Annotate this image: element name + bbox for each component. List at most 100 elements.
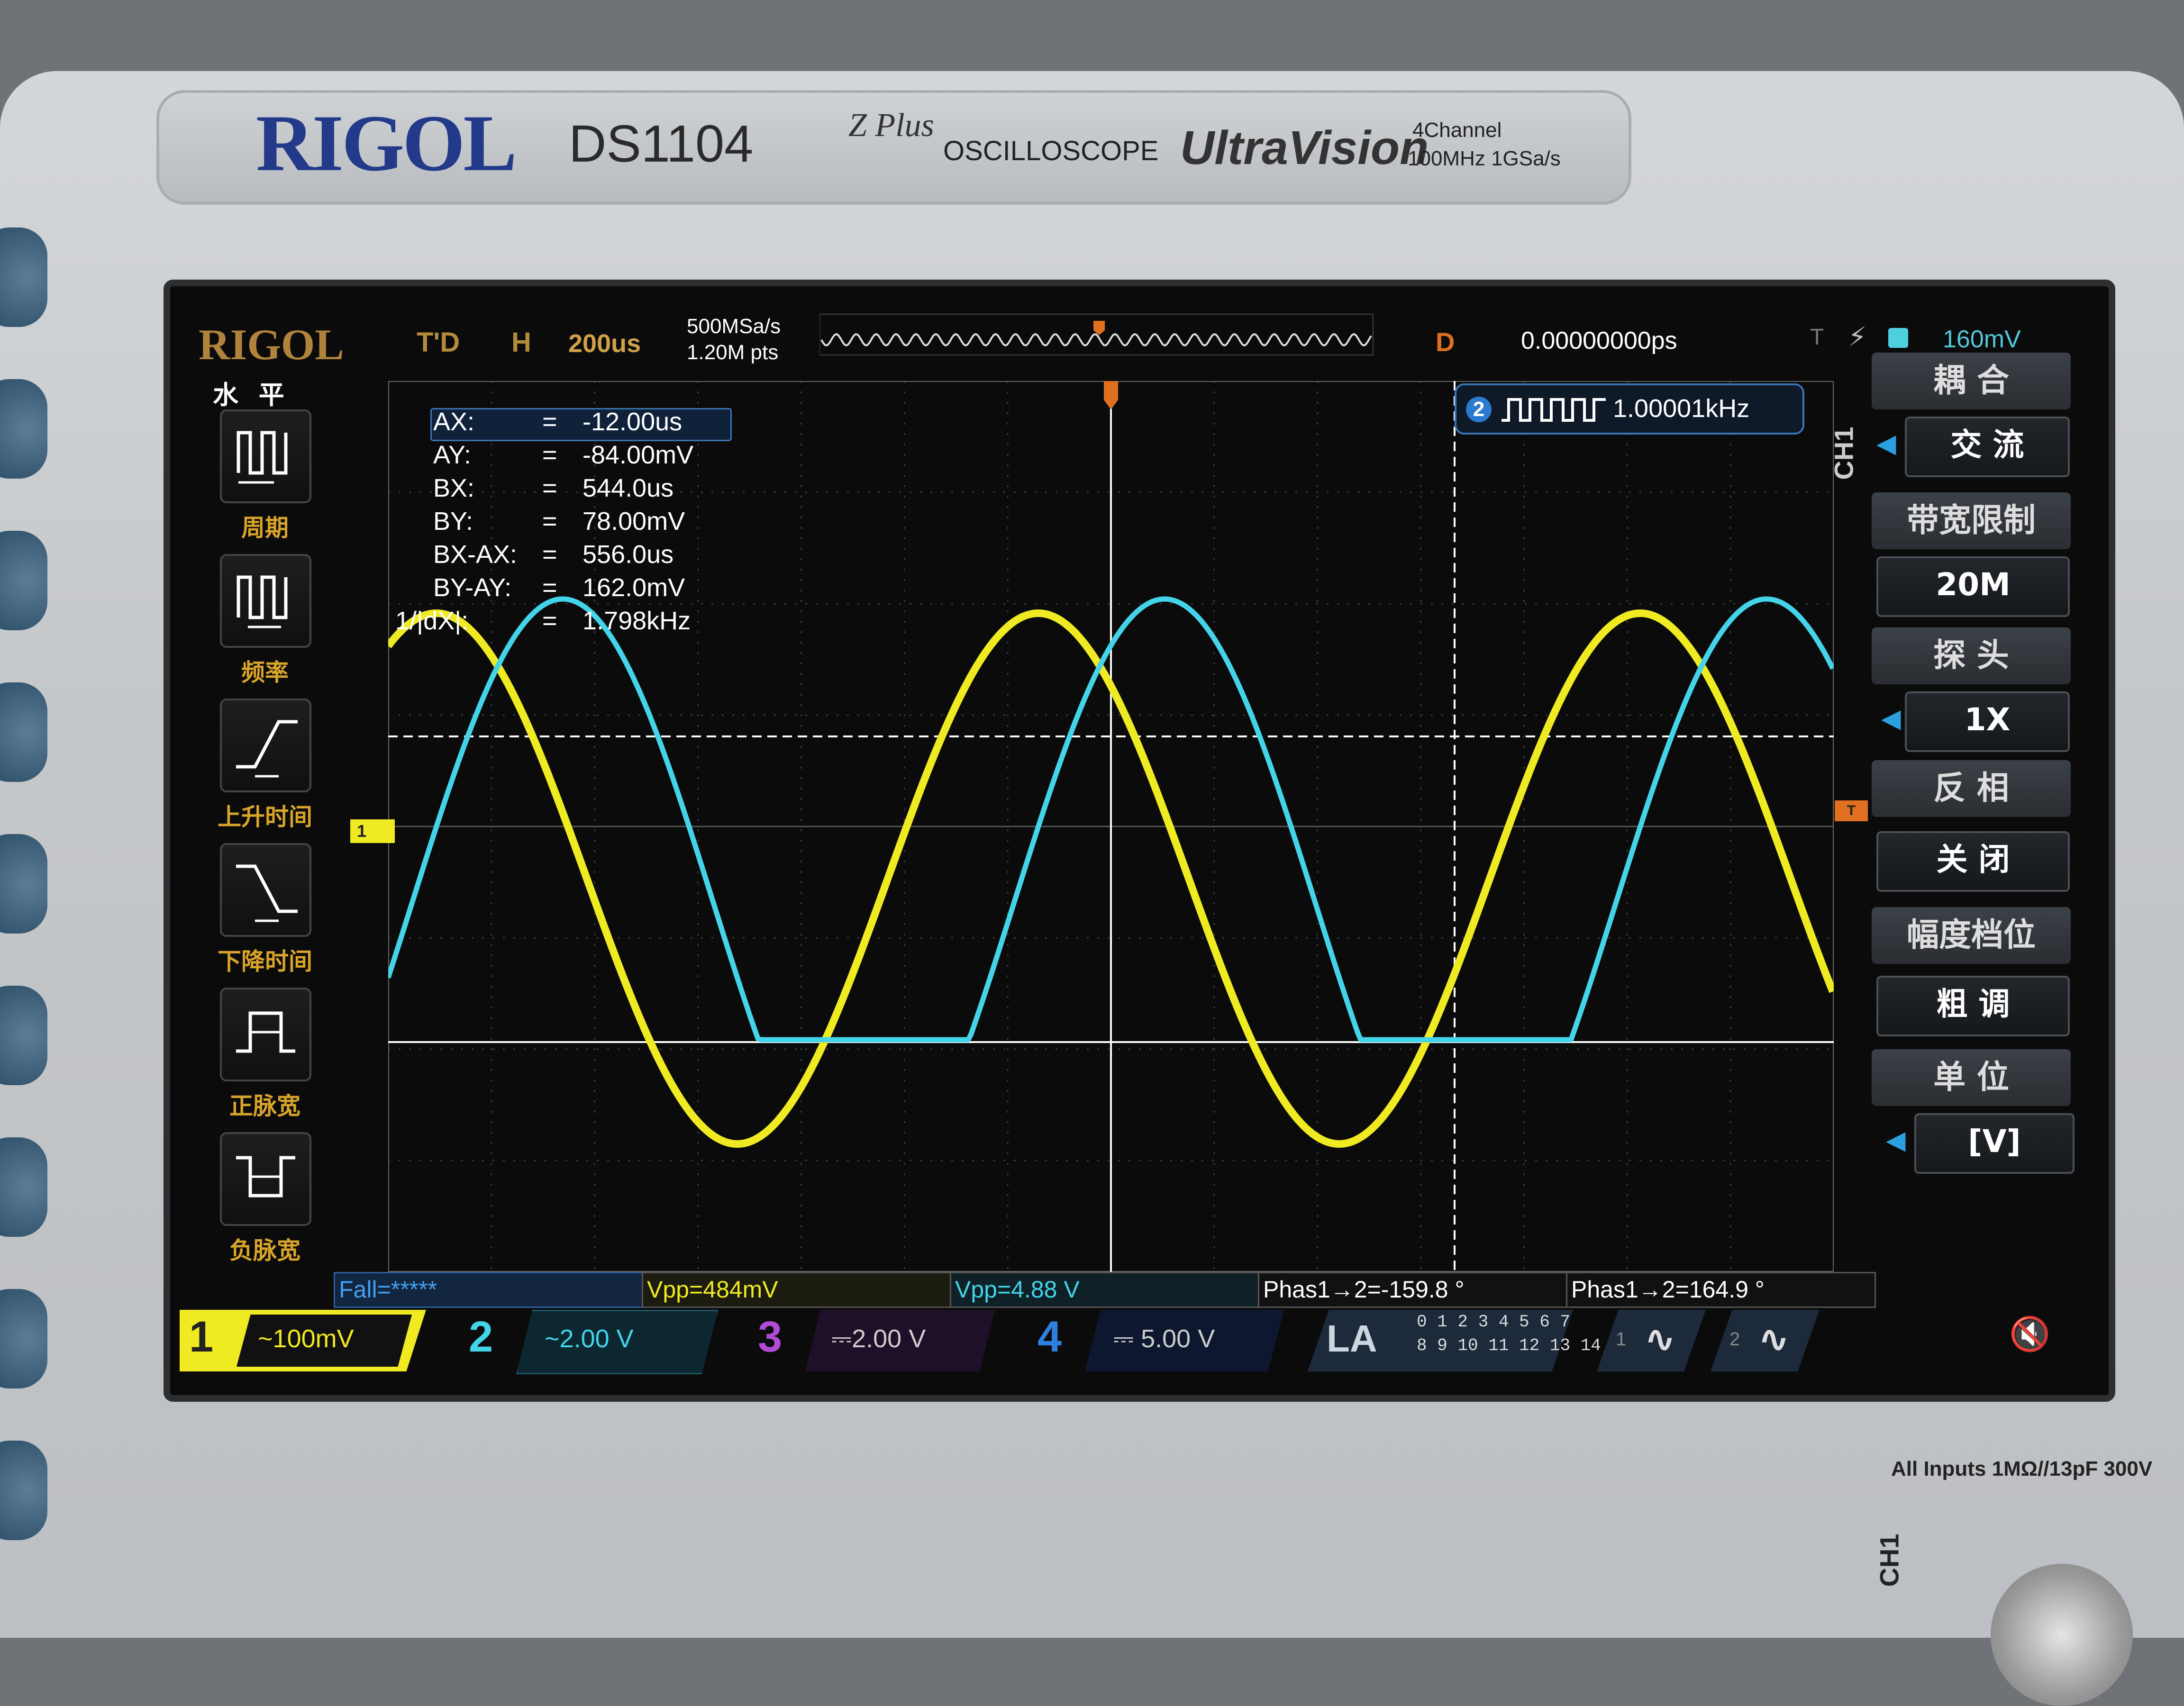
cursor-row-bx-ax: BX-AX: = 556.0us [433, 540, 674, 569]
bandwidth-spec: 100MHz 1GSa/s [1408, 147, 1561, 170]
measurement-phase-1: Phas1→2=-159.8 ° [1258, 1272, 1568, 1308]
screen-logo: RIGOL [199, 320, 344, 369]
cursor-row-inv-dx: 1/|dX|: = 1.798kHz [395, 607, 691, 635]
left-arrow-icon: ◀ [1876, 428, 1896, 458]
volts-div-value[interactable]: 粗 调 [1876, 976, 2070, 1036]
bnc-connector[interactable] [1991, 1564, 2133, 1706]
trigger-label: T [1810, 325, 1824, 350]
bandwidth-limit-value[interactable]: 20M [1876, 556, 2070, 617]
softkey-button[interactable] [0, 834, 47, 934]
cursor-row-by-ay: BY-AY: = 162.0mV [433, 573, 685, 602]
frequency-label: 频率 [241, 659, 289, 686]
positive-width-button[interactable] [220, 988, 311, 1081]
counter-frequency: 1.00001kHz [1613, 394, 1750, 423]
left-arrow-icon: ◀ [1881, 703, 1901, 733]
technology-logo: UltraVision [1180, 121, 1429, 174]
negative-width-icon [236, 1156, 295, 1198]
frequency-counter: 2 1.00001kHz [1455, 383, 1804, 435]
ch2-scale: ~2.00 V [545, 1325, 634, 1353]
probe-value[interactable]: 1X [1905, 691, 2070, 752]
negative-width-button[interactable] [220, 1132, 311, 1226]
delay-label: D [1436, 327, 1455, 357]
left-arrow-icon: ◀ [1886, 1125, 1906, 1155]
measurement-phase-2: Phas1→2=164.9 ° [1566, 1272, 1876, 1308]
ch1-offset-marker[interactable]: 1 [350, 819, 395, 843]
trigger-source-icon [1888, 328, 1908, 348]
ch3-scale: ⎓2.00 V [831, 1325, 926, 1353]
fall-time-icon [236, 864, 298, 922]
softkey-button[interactable] [0, 986, 47, 1085]
softkey-button[interactable] [0, 531, 47, 630]
softkey-button[interactable] [0, 227, 47, 327]
ch1-number: 1 [189, 1313, 214, 1361]
cursor-row-highlight [430, 408, 732, 441]
model-name: DS1104 [569, 115, 754, 173]
softkey-button[interactable] [0, 1137, 47, 1237]
sine-wave-icon: ∿ [1758, 1317, 1790, 1361]
unit-label: 单 位 [1872, 1049, 2071, 1106]
ch3-number: 3 [758, 1313, 783, 1361]
timebase-value: 200us [568, 329, 641, 358]
waveform-overview [819, 313, 1374, 356]
invert-label: 反 相 [1872, 760, 2071, 817]
memory-depth: 1.20M pts [687, 341, 779, 364]
horizontal-menu-title: 水 平 [213, 380, 290, 410]
model-suffix: Z Plus [848, 107, 934, 144]
measurement-fall: Fall=***** [334, 1272, 644, 1308]
softkey-button[interactable] [0, 682, 47, 782]
cursor-readout: AX: = -12.00us AY: = -84.00mV BX: = 544.0us BY… [395, 407, 898, 635]
ch4-scale: ⎓ 5.00 V [1113, 1325, 1215, 1353]
ch1-connector-label: CH1 [1874, 1534, 1904, 1587]
cursor-row-ax: AX: = -12.00us [433, 408, 682, 436]
pulse-train-icon [1502, 398, 1606, 422]
invert-value[interactable]: 关 闭 [1876, 831, 2070, 892]
la-channels-low: 0 1 2 3 4 5 6 7 [1417, 1312, 1571, 1332]
menu-channel-tag: CH1 [1829, 426, 1859, 480]
fall-time-label: 下降时间 [218, 948, 312, 975]
trigger-level: 160mV [1943, 326, 2021, 353]
coupling-menu-label: 耦 合 [1872, 353, 2071, 409]
period-button[interactable] [220, 409, 311, 503]
logic-analyzer-label: LA [1327, 1317, 1377, 1360]
delay-value: 0.00000000ps [1521, 327, 1677, 354]
frequency-button[interactable] [220, 554, 311, 648]
frequency-icon [237, 575, 288, 628]
la-channels-high: 8 9 10 11 12 13 14 15 [1417, 1336, 1632, 1355]
volts-div-label: 幅度档位 [1872, 907, 2071, 964]
softkey-button[interactable] [0, 379, 47, 479]
probe-label: 探 头 [1872, 627, 2071, 684]
ch2-number: 2 [469, 1313, 493, 1361]
generator-1-number: 1 [1616, 1329, 1627, 1350]
trigger-level-marker[interactable]: T [1835, 800, 1868, 821]
ch4-number: 4 [1037, 1313, 1062, 1361]
cursor-row-by: BY: = 78.00mV [433, 507, 685, 535]
cursor-row-bx: BX: = 544.0us [433, 474, 674, 502]
cursor-row-ay: AY: = -84.00mV [433, 441, 694, 469]
positive-width-label: 正脉宽 [229, 1092, 300, 1120]
coupling-value[interactable]: 交 流 [1905, 417, 2070, 477]
trigger-position-marker [1104, 381, 1118, 409]
positive-width-icon [236, 1011, 295, 1053]
brand-logo: RIGOL [256, 99, 517, 188]
speaker-muted-icon[interactable]: 🔇 [2009, 1315, 2050, 1354]
fall-time-button[interactable] [220, 843, 311, 937]
period-label: 周期 [241, 514, 289, 542]
input-spec-label: All Inputs 1MΩ//13pF 300V [1891, 1457, 2153, 1480]
sine-wave-icon: ∿ [1644, 1317, 1676, 1361]
ch1-scale: ~100mV [258, 1325, 354, 1353]
unit-value[interactable]: [V] [1914, 1113, 2075, 1174]
horizontal-label: H [511, 327, 531, 358]
run-state: T'D [417, 327, 460, 358]
lcd-screen: RIGOL T'D H 200us 500MSa/s 1.20M pts D 0… [164, 280, 2115, 1402]
negative-width-label: 负脉宽 [229, 1237, 300, 1264]
softkey-button[interactable] [0, 1289, 47, 1388]
counter-channel-badge: 2 [1466, 397, 1492, 422]
rise-time-icon [236, 720, 298, 778]
period-icon [237, 431, 288, 484]
rise-time-button[interactable] [220, 699, 311, 792]
measurement-vpp-ch2: Vpp=4.88 V [950, 1272, 1260, 1308]
rise-time-label: 上升时间 [218, 803, 312, 831]
measurement-vpp-ch1: Vpp=484mV [642, 1272, 952, 1308]
sample-rate: 500MSa/s [687, 315, 781, 338]
softkey-button[interactable] [0, 1441, 47, 1540]
